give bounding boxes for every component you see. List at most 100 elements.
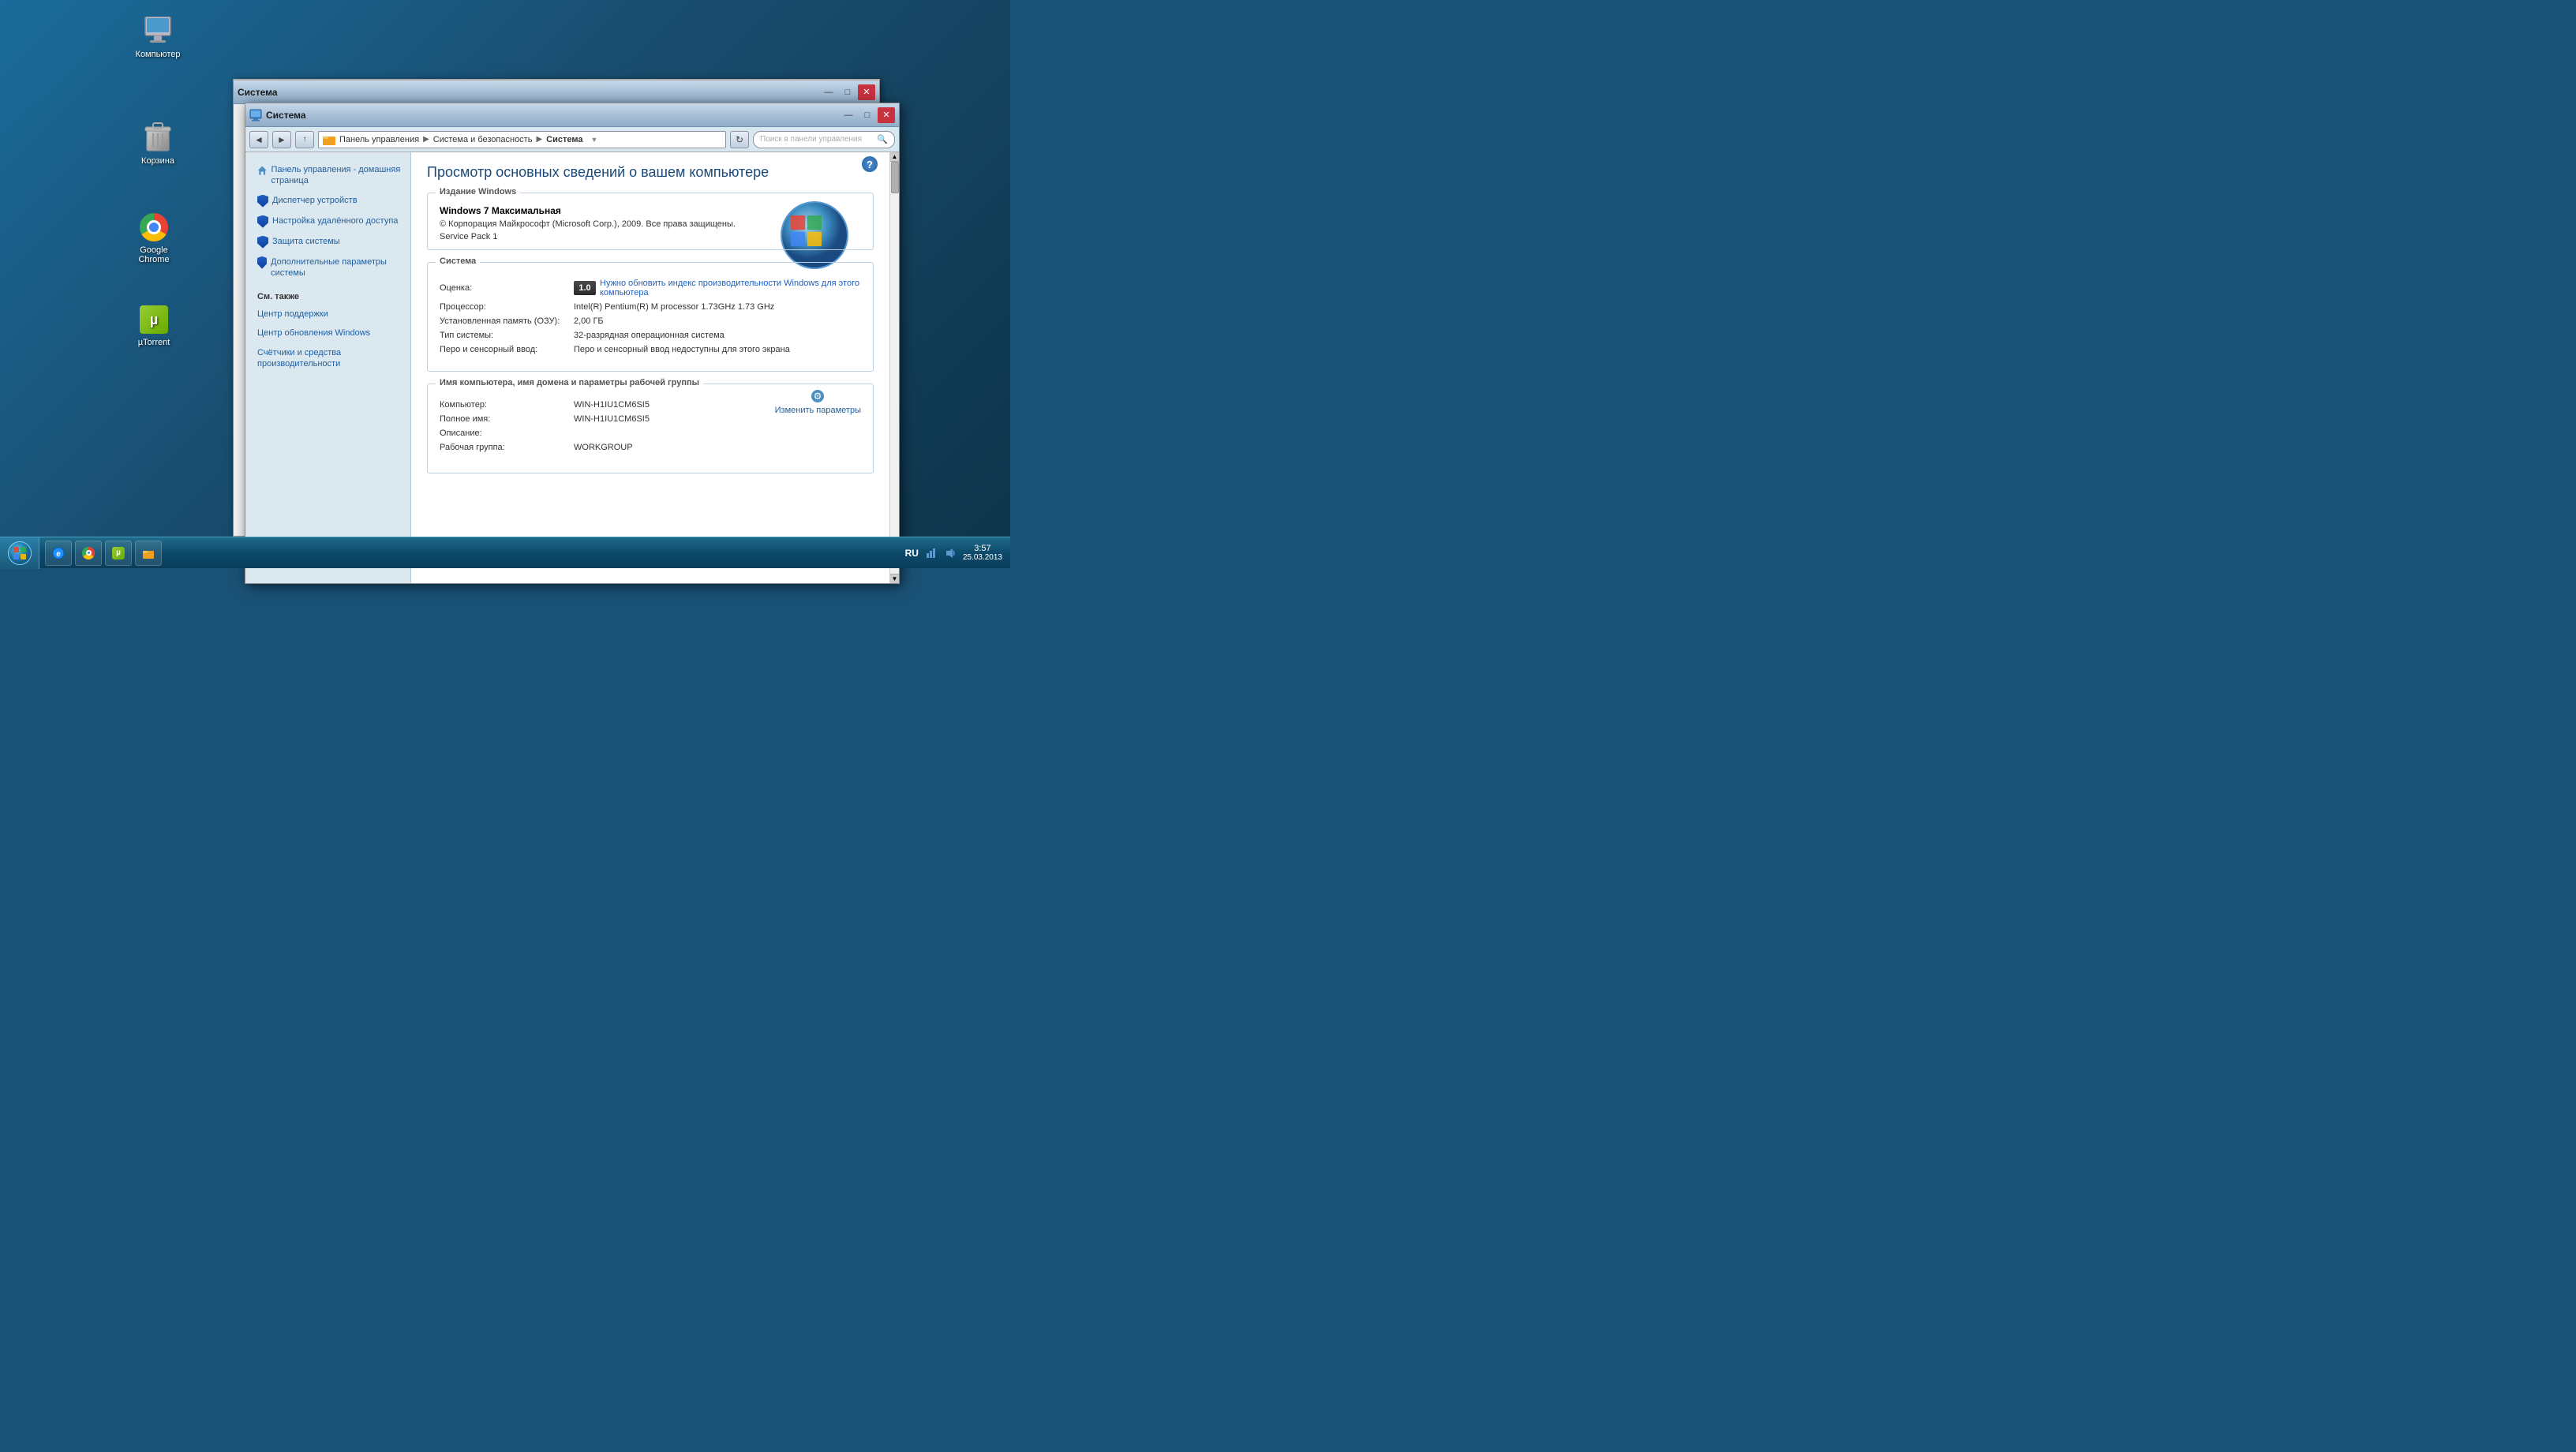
taskbar-explorer[interactable] bbox=[135, 541, 162, 566]
window-back-buttons[interactable]: — □ ✕ bbox=[820, 84, 875, 100]
search-field[interactable]: Поиск в панели управления 🔍 bbox=[753, 131, 895, 148]
sidebar-system-protection[interactable]: Защита системы bbox=[245, 232, 410, 253]
windows-edition-section: Издание Windows Windows 7 Максимальная ©… bbox=[427, 193, 874, 250]
address-bar: ◄ ► ↑ Панель управления ▶ Система и безо… bbox=[245, 127, 899, 152]
change-params-button[interactable]: Изменить параметры bbox=[775, 406, 861, 415]
utorrent-icon: µ bbox=[138, 304, 170, 335]
rating-label: Оценка: bbox=[440, 283, 574, 293]
edition-section-label: Издание Windows bbox=[436, 187, 520, 196]
utorrent-icon-label: µTorrent bbox=[138, 338, 170, 347]
main-area: ? Просмотр основных сведений о вашем ком… bbox=[411, 152, 899, 583]
system-section: Система Оценка: 1.0 Нужно обновить индек… bbox=[427, 262, 874, 372]
chrome-taskbar-icon bbox=[82, 547, 95, 559]
taskbar-tray: RU 3:57 25.03.2013 bbox=[897, 544, 1010, 562]
sidebar-advanced-params[interactable]: Дополнительные параметры системы bbox=[245, 253, 410, 283]
minimize-button[interactable]: — bbox=[840, 107, 857, 123]
language-indicator[interactable]: RU bbox=[905, 548, 919, 559]
computer-icon bbox=[142, 16, 174, 47]
workgroup-value: WORKGROUP bbox=[574, 443, 861, 452]
sidebar-windows-update[interactable]: Центр обновления Windows bbox=[245, 324, 410, 342]
sidebar-home-label: Панель управления - домашняя страница bbox=[271, 164, 402, 187]
taskbar-date: 25.03.2013 bbox=[963, 553, 1002, 562]
processor-label: Процессор: bbox=[440, 302, 574, 312]
sidebar: Панель управления - домашняя страница Ди… bbox=[245, 152, 411, 583]
sidebar-home-link[interactable]: Панель управления - домашняя страница bbox=[245, 160, 410, 191]
taskbar-utorrent[interactable]: µ bbox=[105, 541, 132, 566]
refresh-button[interactable]: ↻ bbox=[730, 131, 749, 148]
computer-name-section: Имя компьютера, имя домена и параметры р… bbox=[427, 384, 874, 473]
maximize-button[interactable]: □ bbox=[859, 107, 876, 123]
window-control-buttons[interactable]: — □ ✕ bbox=[840, 107, 895, 123]
scroll-up-button[interactable]: ▲ bbox=[890, 152, 900, 162]
taskbar-clock[interactable]: 3:57 25.03.2013 bbox=[963, 544, 1002, 562]
network-icon[interactable] bbox=[925, 547, 938, 559]
taskbar-chrome[interactable] bbox=[75, 541, 102, 566]
window-titlebar[interactable]: Система — □ ✕ bbox=[245, 103, 899, 127]
sidebar-remote-access[interactable]: Настройка удалённого доступа bbox=[245, 211, 410, 232]
sound-icon[interactable] bbox=[944, 547, 957, 559]
desktop-icon-computer[interactable]: Компьютер bbox=[130, 16, 185, 59]
back-button[interactable]: ◄ bbox=[249, 131, 268, 148]
close-button[interactable]: ✕ bbox=[878, 107, 895, 123]
window-back-titlebar[interactable]: Система — □ ✕ bbox=[234, 80, 879, 104]
computer-icon-label: Компьютер bbox=[136, 50, 181, 59]
sidebar-support-center[interactable]: Центр поддержки bbox=[245, 305, 410, 324]
address-field[interactable]: Панель управления ▶ Система и безопаснос… bbox=[318, 131, 726, 148]
ram-value: 2,00 ГБ bbox=[574, 316, 861, 326]
forward-button[interactable]: ► bbox=[272, 131, 291, 148]
help-button[interactable]: ? bbox=[862, 156, 878, 172]
folder-icon bbox=[323, 133, 335, 146]
chrome-icon-label: GoogleChrome bbox=[138, 245, 169, 264]
scroll-down-button[interactable]: ▼ bbox=[890, 574, 900, 583]
sidebar-system-protection-label: Защита системы bbox=[272, 236, 340, 247]
copyright-text: © Корпорация Майкрософт (Microsoft Corp.… bbox=[440, 219, 755, 229]
page-title: Просмотр основных сведений о вашем компь… bbox=[427, 164, 874, 181]
explorer-icon bbox=[142, 547, 155, 559]
system-type-value: 32-разрядная операционная система bbox=[574, 331, 861, 340]
window-back-title: Система bbox=[238, 87, 820, 98]
start-button[interactable] bbox=[0, 537, 39, 569]
rating-link[interactable]: Нужно обновить индекс производительности… bbox=[600, 279, 861, 298]
processor-value: Intel(R) Pentium(R) M processor 1.73GHz … bbox=[574, 302, 861, 312]
fullname-label: Полное имя: bbox=[440, 414, 574, 424]
desktop-icon-utorrent[interactable]: µ µTorrent bbox=[126, 304, 182, 347]
window-title-icon bbox=[249, 109, 262, 122]
back-close-button[interactable]: ✕ bbox=[858, 84, 875, 100]
trash-icon bbox=[142, 122, 174, 154]
search-icon: 🔍 bbox=[877, 134, 888, 144]
fullname-row: Полное имя: WIN-H1IU1CM6SI5 bbox=[440, 414, 861, 424]
window-body: Панель управления - домашняя страница Ди… bbox=[245, 152, 899, 583]
scroll-track[interactable] bbox=[890, 162, 899, 574]
service-pack: Service Pack 1 bbox=[440, 232, 861, 241]
description-value bbox=[574, 428, 861, 438]
start-orb[interactable] bbox=[8, 541, 32, 565]
taskbar-ie[interactable]: e bbox=[45, 541, 72, 566]
sidebar-device-manager[interactable]: Диспетчер устройств bbox=[245, 191, 410, 211]
scrollbar[interactable]: ▲ ▼ bbox=[889, 152, 899, 583]
system-type-row: Тип системы: 32-разрядная операционная с… bbox=[440, 331, 861, 340]
computer-name-label: Компьютер: bbox=[440, 400, 574, 410]
window-title: Система bbox=[266, 110, 840, 121]
up-button[interactable]: ↑ bbox=[295, 131, 314, 148]
chrome-icon bbox=[138, 211, 170, 243]
address-path-part3: Система bbox=[546, 135, 582, 144]
change-params-icon: ⚙ bbox=[810, 388, 826, 404]
utorrent-taskbar-icon: µ bbox=[112, 547, 125, 559]
pen-label: Перо и сенсорный ввод: bbox=[440, 345, 574, 354]
sidebar-performance[interactable]: Счётчики и средства производительности bbox=[245, 343, 410, 374]
back-maximize-button[interactable]: □ bbox=[839, 84, 856, 100]
pen-row: Перо и сенсорный ввод: Перо и сенсорный … bbox=[440, 345, 861, 354]
scroll-thumb[interactable] bbox=[891, 162, 899, 193]
sidebar-performance-label: Счётчики и средства производительности bbox=[257, 347, 402, 370]
shield-icon-3 bbox=[257, 236, 268, 249]
pen-value: Перо и сенсорный ввод недоступны для это… bbox=[574, 345, 861, 354]
desktop-icon-chrome[interactable]: GoogleChrome bbox=[126, 211, 182, 264]
desktop-icon-trash[interactable]: Корзина bbox=[130, 122, 185, 166]
back-minimize-button[interactable]: — bbox=[820, 84, 837, 100]
system-properties-window: Система — □ ✕ ◄ ► ↑ Панель управления ▶ … bbox=[245, 103, 900, 584]
shield-icon-4 bbox=[257, 256, 267, 269]
ram-row: Установленная память (ОЗУ): 2,00 ГБ bbox=[440, 316, 861, 326]
description-label: Описание: bbox=[440, 428, 574, 438]
ram-label: Установленная память (ОЗУ): bbox=[440, 316, 574, 326]
edition-name: Windows 7 Максимальная bbox=[440, 205, 861, 216]
